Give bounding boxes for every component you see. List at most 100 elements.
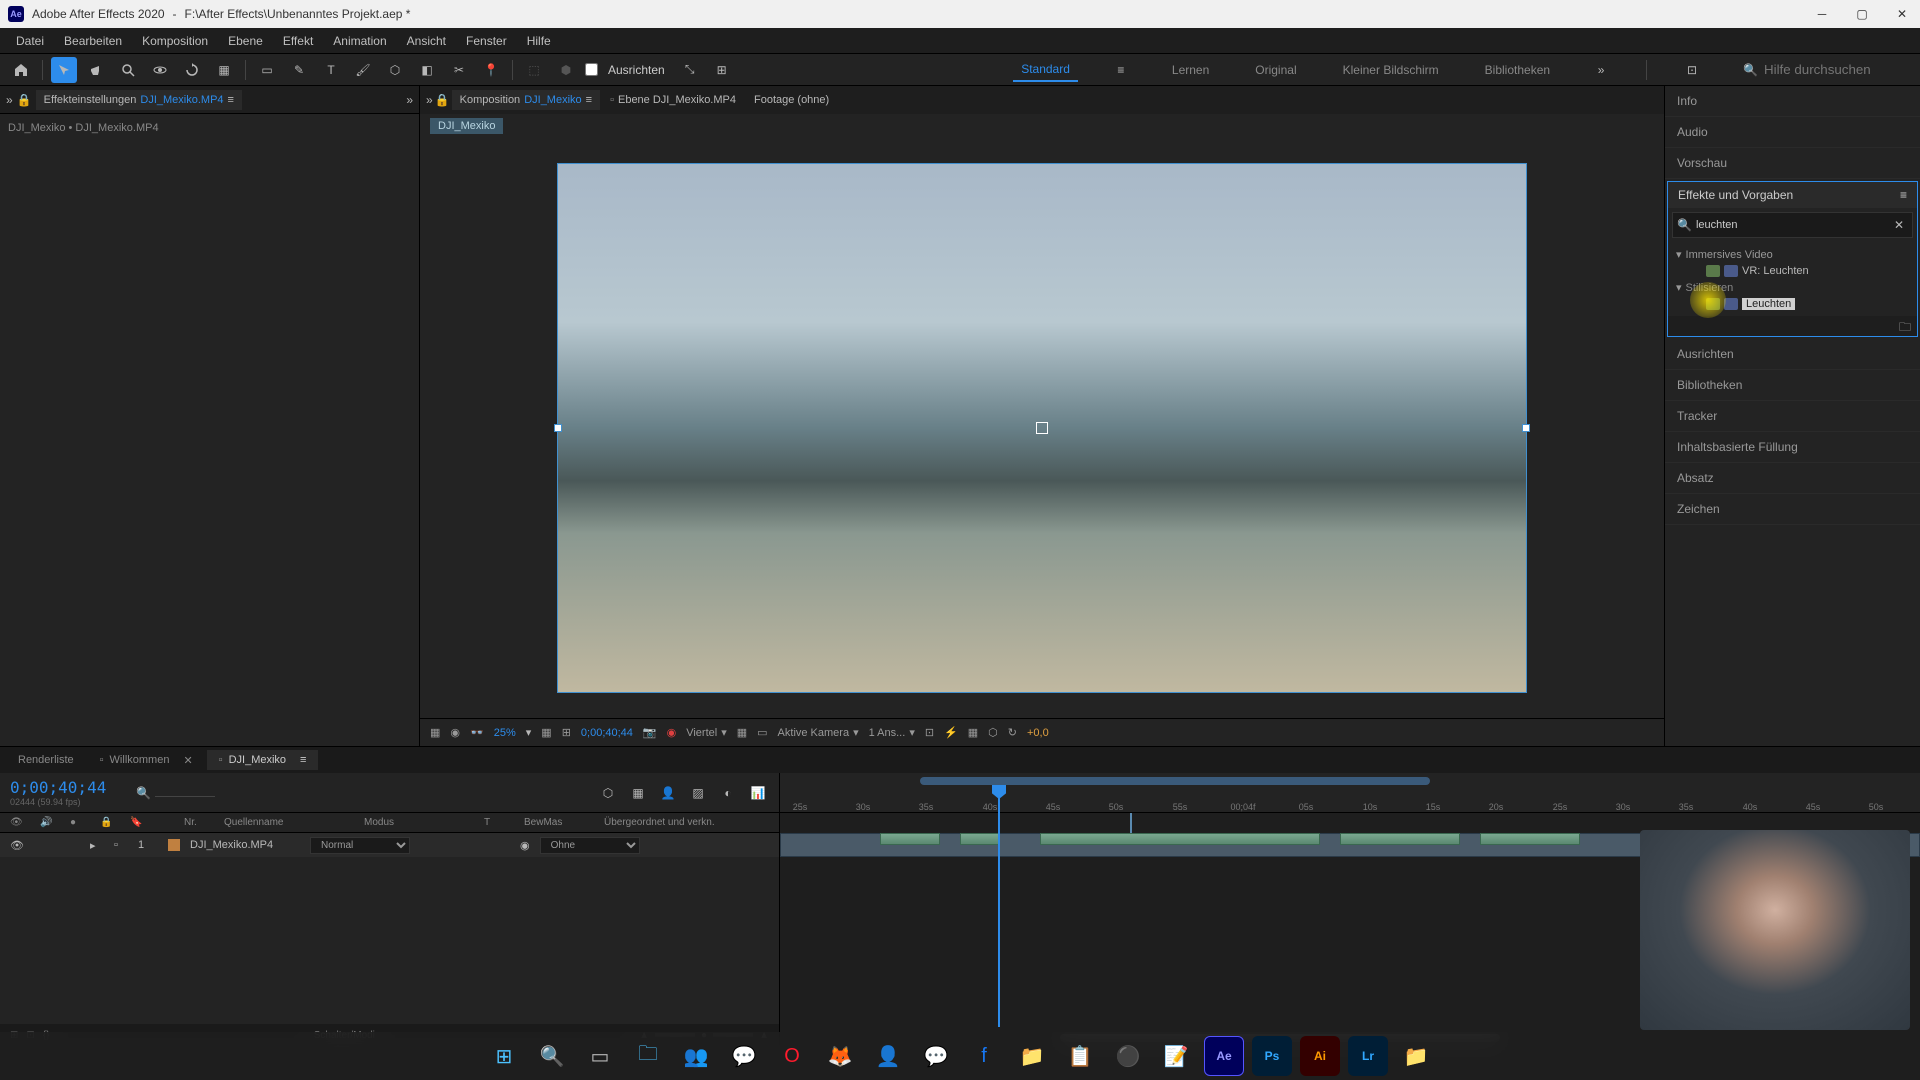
effects-search-clear[interactable]: ✕ xyxy=(1890,218,1908,232)
timeline-layer-row[interactable]: 👁 ▸ ▫ 1 DJI_Mexiko.MP4 Normal ◉ Ohne xyxy=(0,833,779,857)
selection-tool[interactable] xyxy=(51,57,77,83)
draft-3d[interactable]: ▦ xyxy=(627,782,649,804)
rotate-tool[interactable] xyxy=(179,57,205,83)
reset-exposure[interactable]: ↻ xyxy=(1008,726,1017,739)
comp-tab-menu[interactable]: ≡ xyxy=(586,94,592,106)
paragraph-panel[interactable]: Absatz xyxy=(1665,463,1920,494)
quality-dropdown[interactable]: Viertel ▾ xyxy=(686,726,727,739)
info-panel[interactable]: Info xyxy=(1665,86,1920,117)
frame-blend-toggle[interactable]: ▨ xyxy=(687,782,709,804)
opera-icon[interactable]: O xyxy=(772,1036,812,1076)
shape-tool[interactable]: ⬢ xyxy=(553,57,579,83)
layer-expand[interactable]: ▸ xyxy=(90,839,104,852)
libraries-panel[interactable]: Bibliotheken xyxy=(1665,370,1920,401)
camera-tool[interactable]: ▦ xyxy=(211,57,237,83)
panel-menu-icon[interactable]: » xyxy=(6,93,13,107)
layer-name[interactable]: DJI_Mexiko.MP4 xyxy=(190,839,300,851)
workspace-standard[interactable]: Standard xyxy=(1013,58,1078,82)
character-panel[interactable]: Zeichen xyxy=(1665,494,1920,525)
menu-bearbeiten[interactable]: Bearbeiten xyxy=(54,30,132,52)
workspace-bibliotheken[interactable]: Bibliotheken xyxy=(1477,59,1558,81)
speaker-column-icon[interactable]: 🔊 xyxy=(40,817,50,828)
audio-panel[interactable]: Audio xyxy=(1665,117,1920,148)
render-queue-tab[interactable]: Renderliste xyxy=(6,750,86,770)
text-tool[interactable]: T xyxy=(318,57,344,83)
graph-editor[interactable]: 📊 xyxy=(747,782,769,804)
folder-icon[interactable]: 📁 xyxy=(1012,1036,1052,1076)
tree-category-stilisieren[interactable]: ▾ Stilisieren xyxy=(1676,279,1909,296)
teams-icon[interactable]: 👥 xyxy=(676,1036,716,1076)
workspace-kleiner[interactable]: Kleiner Bildschirm xyxy=(1335,59,1447,81)
eraser-tool[interactable]: ◧ xyxy=(414,57,440,83)
zoom-tool[interactable] xyxy=(115,57,141,83)
workspace-original[interactable]: Original xyxy=(1247,59,1304,81)
task-view-button[interactable]: ▭ xyxy=(580,1036,620,1076)
photoshop-icon[interactable]: Ps xyxy=(1252,1036,1292,1076)
app-icon-2[interactable]: 📋 xyxy=(1060,1036,1100,1076)
panel-overflow[interactable]: » xyxy=(406,93,413,107)
facebook-icon[interactable]: f xyxy=(964,1036,1004,1076)
color-mgmt[interactable]: ◉ xyxy=(667,726,677,739)
work-area-bar[interactable] xyxy=(920,777,1430,785)
transform-handle-right[interactable] xyxy=(1522,424,1530,432)
search-button[interactable]: 🔍 xyxy=(532,1036,572,1076)
menu-ansicht[interactable]: Ansicht xyxy=(397,30,456,52)
minimize-button[interactable]: ─ xyxy=(1812,4,1832,24)
snap-tool[interactable]: ⤡ xyxy=(677,57,703,83)
lock-column-icon[interactable]: 🔒 xyxy=(100,817,110,828)
messenger-icon[interactable]: 💬 xyxy=(916,1036,956,1076)
tree-category-immersive[interactable]: ▾ Immersives Video xyxy=(1676,246,1909,263)
workspace-menu-icon[interactable]: ≡ xyxy=(1108,57,1134,83)
layer-visibility[interactable]: 👁 xyxy=(10,839,20,852)
maximize-button[interactable]: ▢ xyxy=(1852,4,1872,24)
app-icon-3[interactable]: 📁 xyxy=(1396,1036,1436,1076)
start-button[interactable]: ⊞ xyxy=(484,1036,524,1076)
lock-icon[interactable]: 🔒 xyxy=(17,93,32,107)
menu-effekt[interactable]: Effekt xyxy=(273,30,323,52)
menu-datei[interactable]: Datei xyxy=(6,30,54,52)
orbit-tool[interactable] xyxy=(147,57,173,83)
content-aware-panel[interactable]: Inhaltsbasierte Füllung xyxy=(1665,432,1920,463)
roto-tool[interactable]: ✂ xyxy=(446,57,472,83)
home-button[interactable] xyxy=(8,57,34,83)
menu-animation[interactable]: Animation xyxy=(323,30,396,52)
video-frame[interactable] xyxy=(557,163,1527,693)
rectangle-tool[interactable]: ▭ xyxy=(254,57,280,83)
marker[interactable] xyxy=(1130,813,1132,833)
flowchart-btn[interactable]: ⬡ xyxy=(988,726,998,739)
ausrichten-checkbox[interactable] xyxy=(585,63,598,76)
comp-lock-icon[interactable]: 🔒 xyxy=(435,93,450,107)
transparency-grid[interactable]: ▦ xyxy=(737,726,747,739)
zoom-level[interactable]: 25% xyxy=(494,727,516,739)
snapshot-button[interactable]: 📷 xyxy=(643,726,657,739)
timeline-ruler[interactable]: 25s 30s 35s 40s 45s 50s 55s 00;04f 05s 1… xyxy=(780,773,1920,813)
workspace-overflow[interactable]: » xyxy=(1588,57,1614,83)
comp-panel-overflow[interactable]: » xyxy=(426,93,433,107)
menu-ebene[interactable]: Ebene xyxy=(218,30,273,52)
label-column-icon[interactable]: 🔖 xyxy=(130,817,160,828)
mask-tool[interactable]: ⬚ xyxy=(521,57,547,83)
hand-tool[interactable] xyxy=(83,57,109,83)
layer-label-color[interactable]: ▫ xyxy=(114,839,128,851)
effect-leuchten[interactable]: Leuchten xyxy=(1676,296,1909,312)
composition-tab[interactable]: Komposition DJI_Mexiko ≡ xyxy=(452,90,600,110)
menu-fenster[interactable]: Fenster xyxy=(456,30,517,52)
effects-panel-menu[interactable]: ≡ xyxy=(1900,188,1907,202)
menu-komposition[interactable]: Komposition xyxy=(132,30,218,52)
views-dropdown[interactable]: 1 Ans... ▾ xyxy=(869,726,915,739)
help-search-input[interactable] xyxy=(1764,62,1904,77)
firefox-icon[interactable]: 🦊 xyxy=(820,1036,860,1076)
app-icon[interactable]: 👤 xyxy=(868,1036,908,1076)
layer-color-swatch[interactable] xyxy=(168,839,180,851)
whatsapp-icon[interactable]: 💬 xyxy=(724,1036,764,1076)
timeline-btn[interactable]: ▦ xyxy=(968,726,978,739)
welcome-tab[interactable]: ▫Willkommen✕ xyxy=(88,750,205,771)
file-explorer-icon[interactable]: 🗀 xyxy=(628,1036,668,1076)
grid-tool[interactable]: ⊞ xyxy=(709,57,735,83)
shy-toggle[interactable]: 👤 xyxy=(657,782,679,804)
pen-tool[interactable]: ✎ xyxy=(286,57,312,83)
comp-breadcrumb-name[interactable]: DJI_Mexiko xyxy=(430,118,503,134)
pixel-aspect[interactable]: ⊡ xyxy=(925,726,934,739)
pickwhip-icon[interactable]: ◉ xyxy=(520,839,530,852)
composition-viewer[interactable] xyxy=(420,138,1664,718)
